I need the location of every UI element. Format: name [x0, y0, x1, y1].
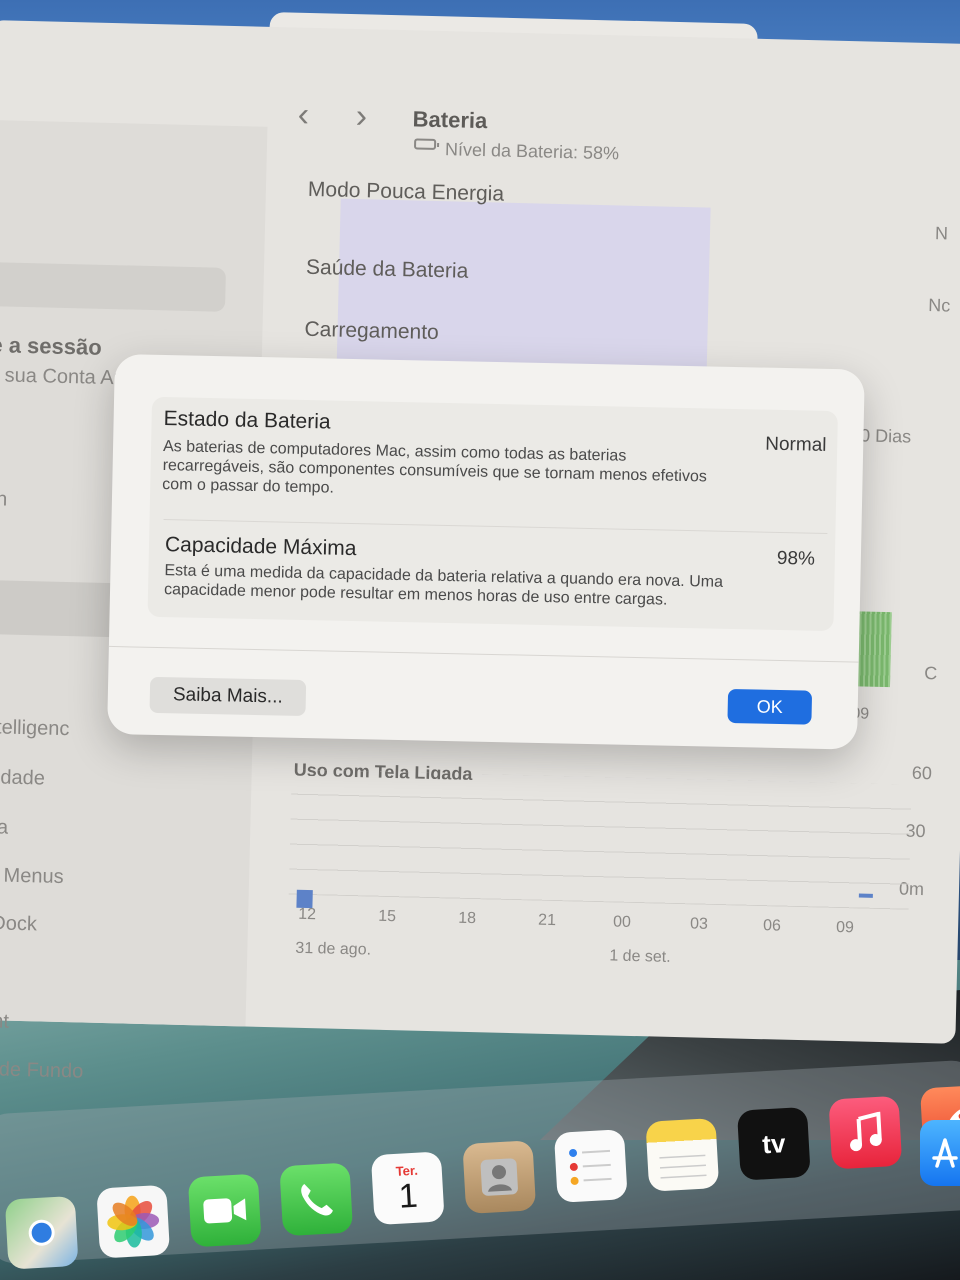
max-capacity-title: Capacidade Máxima — [164, 533, 357, 561]
learn-more-button[interactable]: Saiba Mais... — [149, 676, 307, 717]
sidebar-item-barra-de-menus[interactable]: a de Menus — [0, 864, 64, 890]
date-start: 31 de ago. — [295, 939, 372, 959]
y-tick-60: 60 — [911, 762, 933, 784]
right-value-cut: C — [924, 663, 938, 684]
x-tick: 15 — [378, 907, 397, 926]
battery-health-dialog: Estado da Bateria Normal As baterias de … — [107, 354, 865, 750]
photos-icon[interactable] — [96, 1184, 171, 1259]
x-tick: 06 — [762, 917, 782, 935]
music-icon[interactable] — [828, 1095, 903, 1170]
app-store-icon[interactable] — [920, 1120, 960, 1186]
usage-bar — [858, 893, 873, 898]
battery-state-value: Normal — [765, 433, 827, 456]
sidebar-item-spotlight[interactable]: otlight — [0, 1009, 9, 1033]
forward-button[interactable]: › — [355, 97, 367, 136]
ok-button[interactable]: OK — [727, 688, 813, 725]
battery-state-title: Estado da Bateria — [163, 407, 331, 434]
calendar-day: 1 — [397, 1176, 419, 1216]
max-capacity-value: 98% — [776, 547, 816, 570]
x-tick: 18 — [457, 909, 477, 928]
screen-usage-chart — [288, 769, 912, 910]
dialog-separator — [108, 645, 859, 663]
maps-icon[interactable] — [4, 1195, 79, 1270]
sidebar-item-aparencia[interactable]: ência — [0, 816, 8, 840]
apple-tv-label: tv — [761, 1127, 787, 1159]
battery-level: Nível da Bateria: 58% — [444, 139, 620, 164]
sidebar-item-apple-intelligence[interactable]: e Intelligenc — [0, 716, 70, 742]
low-power-mode-row[interactable]: Modo Pouca Energia — [308, 178, 505, 207]
battery-state-description: As baterias de computadores Mac, assim c… — [162, 438, 708, 497]
date-end: 1 de set. — [609, 947, 671, 966]
notes-icon[interactable] — [645, 1117, 720, 1192]
sidebar-item-imagem-de-fundo[interactable]: gem de Fundo — [0, 1057, 84, 1083]
right-value-cut: Nc — [928, 295, 951, 316]
battery-health-row[interactable]: Saúde da Bateria — [306, 256, 469, 284]
calendar-icon[interactable]: Ter. 1 — [370, 1151, 445, 1226]
back-button[interactable]: ‹ — [297, 96, 309, 135]
sidebar-item-mesa-e-dock[interactable]: a e Dock — [0, 911, 37, 936]
charging-row[interactable]: Carregamento — [304, 318, 439, 345]
page-title: Bateria — [412, 106, 488, 134]
x-tick: 09 — [835, 918, 855, 937]
x-tick: 00 — [612, 913, 632, 931]
battery-icon — [413, 138, 437, 150]
sidebar-search-field[interactable] — [0, 261, 227, 312]
sidebar-item-acessibilidade[interactable]: sibilidade — [0, 766, 45, 791]
phone-icon[interactable] — [279, 1162, 354, 1237]
sidebar-item-bluetooth[interactable]: ooth — [0, 488, 7, 512]
contacts-icon[interactable] — [462, 1140, 537, 1215]
x-tick: 21 — [537, 911, 557, 930]
sidebar-sign-in-title[interactable]: cie a sessão — [0, 332, 102, 361]
apple-tv-icon[interactable]: tv — [736, 1106, 811, 1181]
right-value-cut: N — [934, 223, 949, 244]
facetime-icon[interactable] — [187, 1173, 262, 1248]
x-tick: 03 — [689, 915, 709, 933]
reminders-icon[interactable] — [553, 1129, 628, 1203]
x-tick: 12 — [298, 905, 317, 924]
